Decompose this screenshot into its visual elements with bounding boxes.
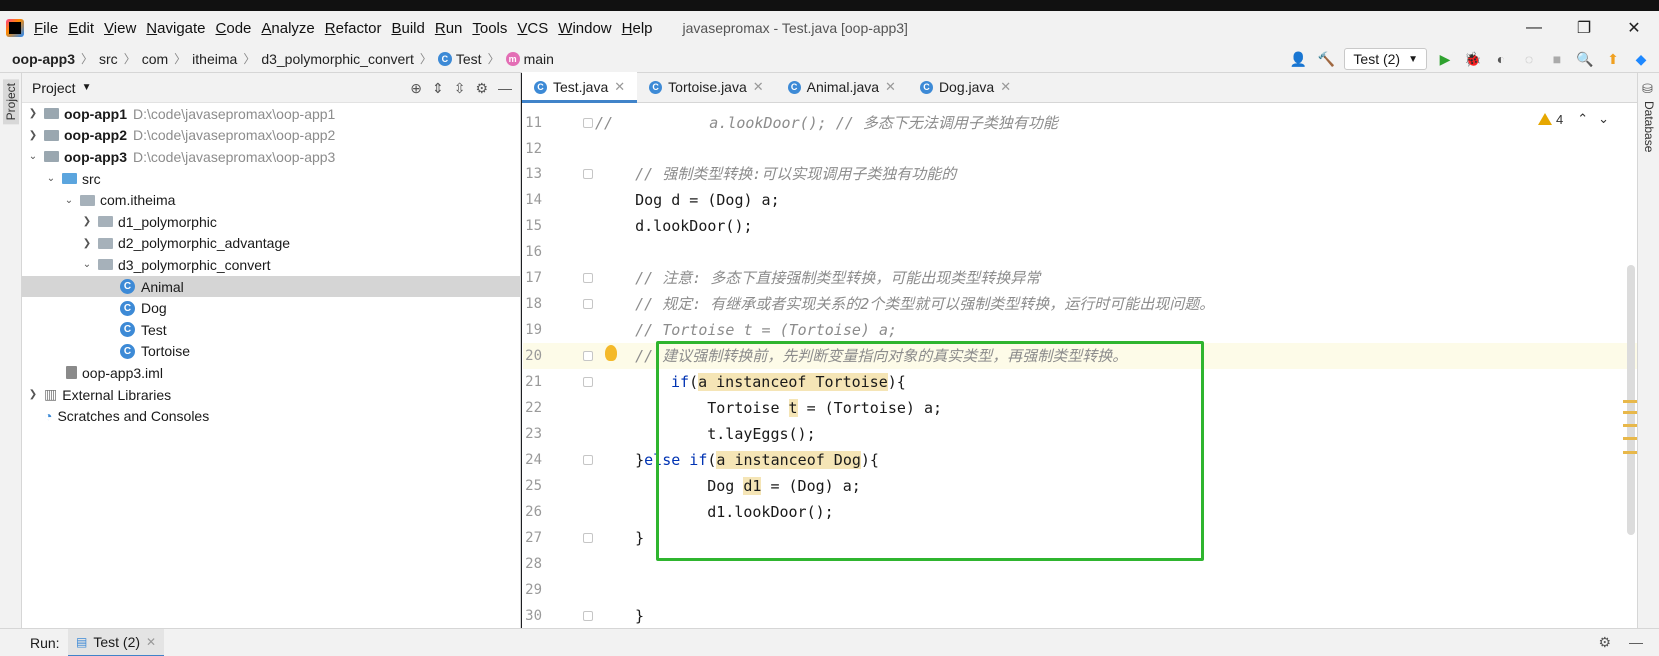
scroll-marker[interactable] (1623, 400, 1637, 403)
run-tab[interactable]: ▤ Test (2) ✕ (68, 628, 165, 656)
fold-marker-icon[interactable] (583, 611, 593, 621)
scroll-marker[interactable] (1623, 451, 1637, 454)
line-number: 21 (525, 374, 542, 390)
line-number: 13 (525, 166, 542, 182)
search-icon[interactable]: 🔍 (1575, 49, 1595, 69)
line-number: 25 (525, 478, 542, 494)
line-number: 15 (525, 218, 542, 234)
code-area[interactable]: 11 12 13 14 15 16 17 18 19 20 21 22 23 2… (0, 0, 1637, 625)
close-window-button[interactable]: ✕ (1609, 11, 1659, 45)
line-number: 29 (525, 582, 542, 598)
line-number: 26 (525, 504, 542, 520)
coverage-icon[interactable]: ◐ (1491, 49, 1511, 69)
annotation-highlight-box (656, 341, 1204, 561)
fold-marker-icon[interactable] (583, 351, 593, 361)
jetbrains-icon[interactable]: ◆ (1631, 49, 1651, 69)
user-icon[interactable]: 👤 (1288, 49, 1308, 69)
run-config-label: Test (2) (1353, 51, 1401, 67)
run-config-icon: ▤ (76, 634, 88, 649)
line-number: 22 (525, 400, 542, 416)
database-icon: ⛁ (1642, 81, 1653, 96)
update-icon[interactable]: ⬆ (1603, 49, 1623, 69)
code-line-14: Dog d = (Dog) a; (599, 191, 780, 209)
chevron-down-icon: ▼ (1408, 53, 1418, 65)
fold-marker-icon[interactable] (583, 118, 593, 128)
code-line-15: d.lookDoor(); (599, 217, 753, 235)
fold-marker-icon[interactable] (583, 533, 593, 543)
scroll-marker[interactable] (1623, 424, 1637, 427)
fold-marker-icon[interactable] (583, 377, 593, 387)
debug-icon[interactable]: 🐞 (1463, 49, 1483, 69)
line-number: 19 (525, 322, 542, 338)
right-tool-strip: ⛁ Database (1637, 73, 1659, 628)
line-number: 17 (525, 270, 542, 286)
line-number: 12 (525, 141, 542, 157)
line-number: 20 (525, 348, 542, 364)
profile-icon[interactable]: ◌ (1519, 49, 1539, 69)
line-number: 11 (525, 115, 542, 131)
scroll-marker[interactable] (1623, 437, 1637, 440)
fold-marker-icon[interactable] (583, 299, 593, 309)
stop-icon[interactable]: ■ (1547, 49, 1567, 69)
fold-marker-icon[interactable] (583, 169, 593, 179)
run-tab-label: Test (2) (93, 633, 141, 650)
code-line-30: } (635, 607, 645, 625)
line-number: 24 (525, 452, 542, 468)
run-label: Run: (30, 634, 60, 651)
line-number: 16 (525, 244, 542, 260)
line-number: 18 (525, 296, 542, 312)
restore-button[interactable]: ❐ (1559, 11, 1609, 45)
code-line-17: // 注意: 多态下直接强制类型转换，可能出现类型转换异常 (599, 269, 1041, 287)
hide-icon[interactable]: — (1629, 634, 1643, 651)
line-number: 27 (525, 530, 542, 546)
scroll-marker[interactable] (1623, 411, 1637, 414)
code-line-18: // 规定: 有继承或者实现关系的2个类型就可以强制类型转换，运行时可能出现问题… (599, 295, 1215, 313)
minimize-button[interactable]: — (1509, 11, 1559, 45)
line-number: 23 (525, 426, 542, 442)
line-number: 28 (525, 556, 542, 572)
fold-marker-icon[interactable] (583, 455, 593, 465)
line-number: 14 (525, 192, 542, 208)
line-number: 30 (525, 608, 542, 624)
fold-marker-icon[interactable] (583, 273, 593, 283)
gear-icon[interactable]: ⚙ (1598, 634, 1611, 651)
database-tool-tab[interactable]: Database (1642, 101, 1656, 152)
close-icon[interactable]: ✕ (146, 635, 156, 649)
code-line-13: // 强制类型转换:可以实现调用子类独有功能的 (599, 165, 957, 183)
code-line-11: // a.lookDoor(); // 多态下无法调用子类独有功能 (595, 114, 1058, 132)
build-hammer-icon[interactable]: 🔨 (1316, 49, 1336, 69)
code-line-19: // Tortoise t = (Tortoise) a; (599, 321, 898, 339)
bottom-tool-bar: Run: ▤ Test (2) ✕ ⚙ — (0, 628, 1659, 656)
run-icon[interactable]: ▶ (1435, 49, 1455, 69)
run-config-select[interactable]: Test (2) ▼ (1344, 48, 1427, 70)
